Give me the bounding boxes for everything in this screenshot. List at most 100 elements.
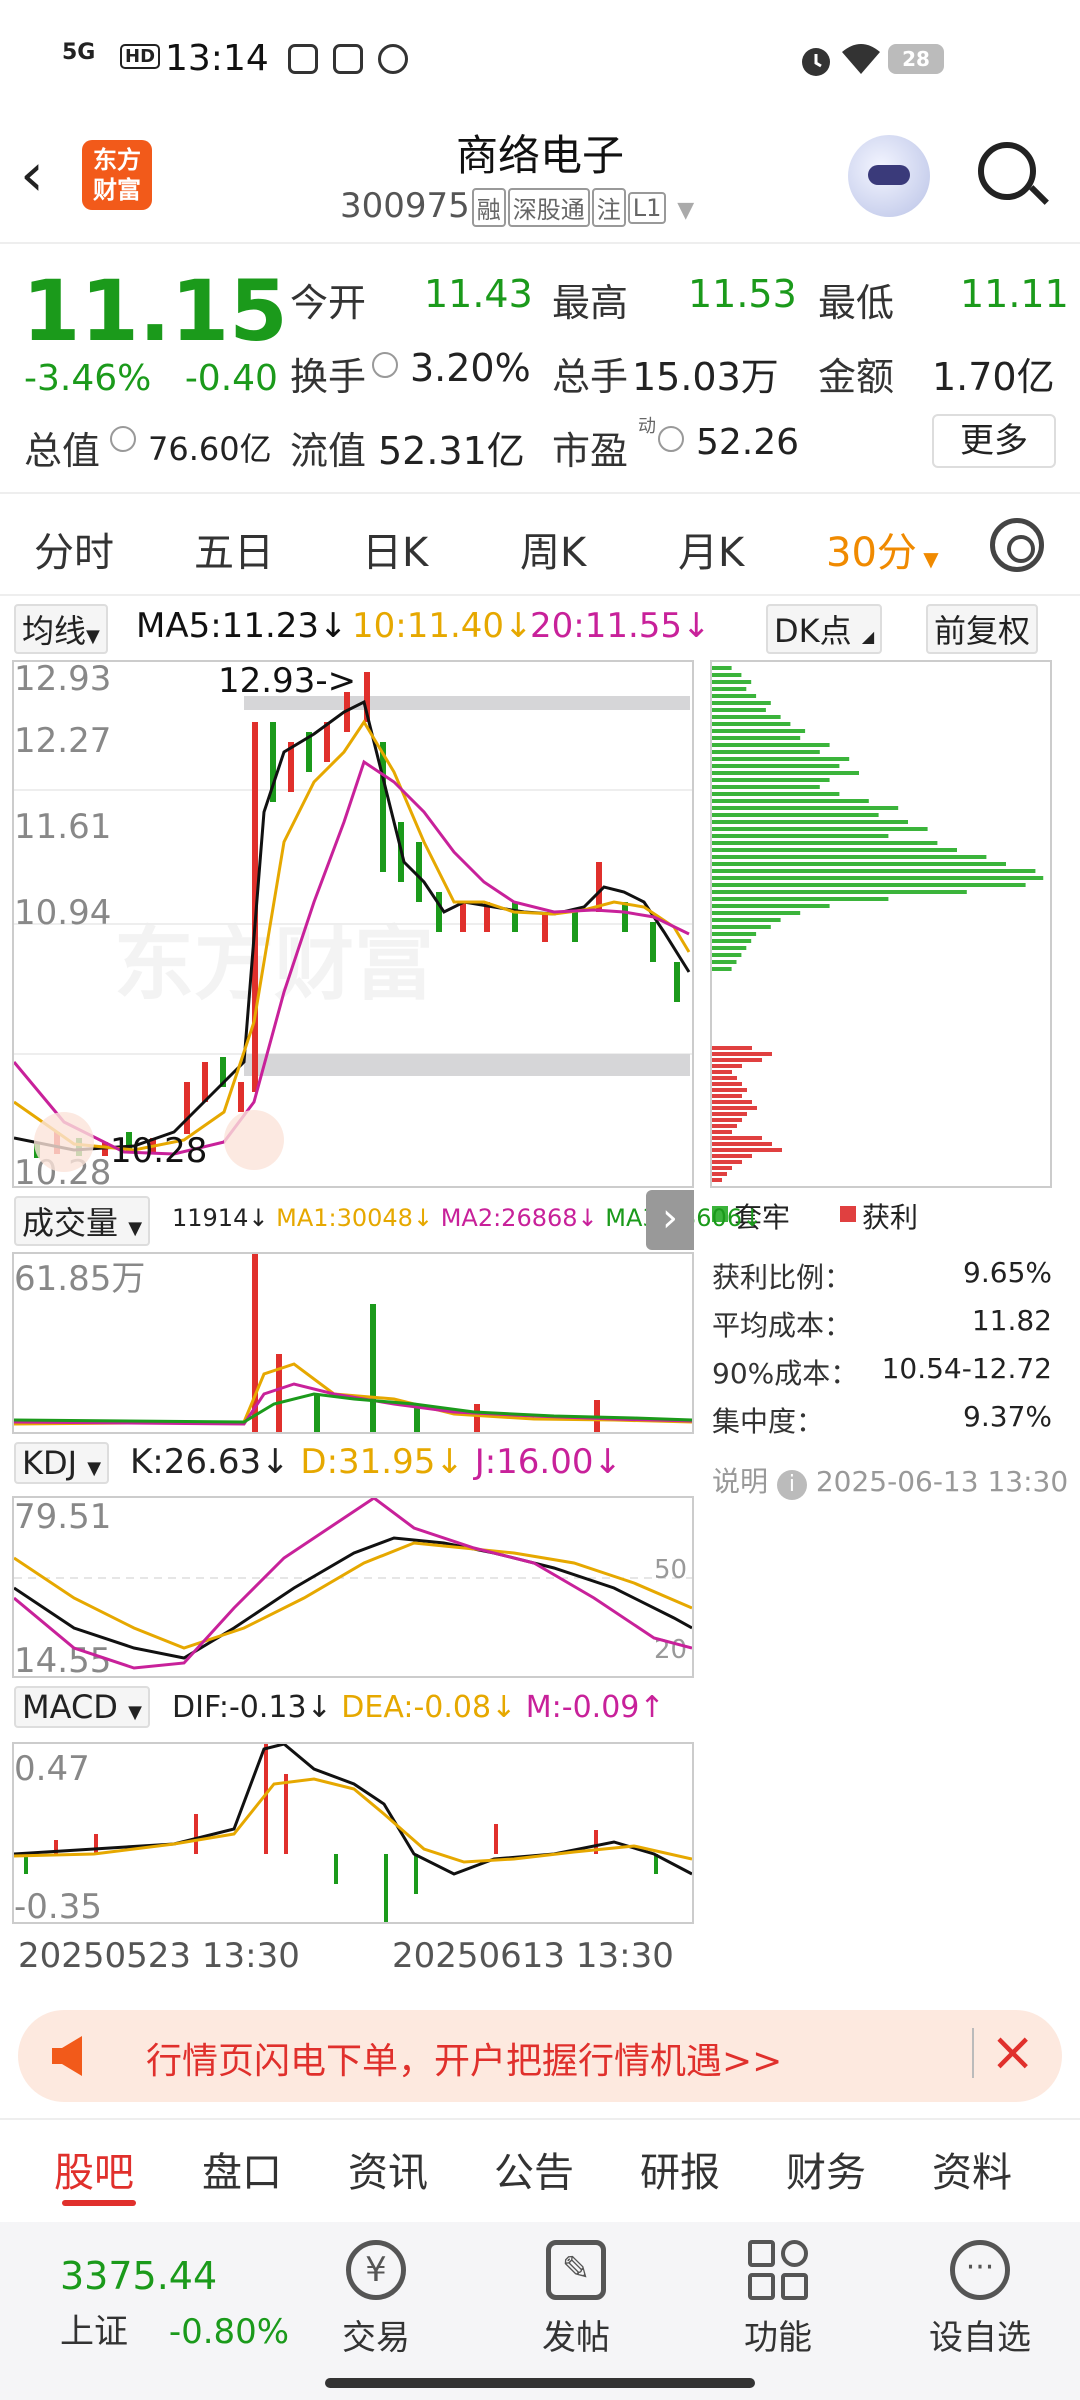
chip-distribution-panel[interactable] xyxy=(710,660,1052,1188)
volume-chart: 61.85万 xyxy=(13,1254,693,1432)
kdj-k: K:26.63 xyxy=(130,1442,262,1482)
indicator-selector-volume[interactable]: 成交量 ▼ xyxy=(14,1196,151,1246)
chip-bar-trapped xyxy=(712,673,742,677)
buy-signal-marker[interactable] xyxy=(34,1112,94,1172)
macd-dif: DIF:-0.13 xyxy=(172,1690,307,1725)
nav-functions[interactable]: 功能 xyxy=(708,2240,848,2359)
indicator-selector-kdj[interactable]: KDJ ▼ xyxy=(14,1442,110,1484)
tab-daily-k[interactable]: 日K xyxy=(362,520,428,578)
ma10-text: 10:11.40 xyxy=(352,606,505,646)
kdj-j: J:16.00 xyxy=(474,1442,594,1482)
info-icon[interactable] xyxy=(110,426,136,452)
chip-bar-trapped xyxy=(712,729,806,733)
tab-weekly-k[interactable]: 周K xyxy=(520,520,586,578)
tab-pankou[interactable]: 盘口 xyxy=(202,2140,282,2198)
chip-bar-trapped xyxy=(712,911,801,915)
search-icon[interactable] xyxy=(978,142,1036,200)
chip-bar-trapped xyxy=(712,939,752,943)
mktcap-label: 总值 xyxy=(24,429,101,473)
tab-guba[interactable]: 股吧 xyxy=(54,2140,134,2198)
chip-bar-trapped xyxy=(712,876,1044,880)
stat-value: 9.65% xyxy=(963,1256,1052,1289)
price-tick: 11.61 xyxy=(14,807,111,847)
stat-value: 10.54-12.72 xyxy=(881,1352,1052,1385)
buy-signal-marker[interactable] xyxy=(224,1110,284,1170)
chip-bar-trapped xyxy=(712,743,830,747)
nav-trade[interactable]: ¥ 交易 xyxy=(306,2240,446,2359)
tab-intraday[interactable]: 分时 xyxy=(34,520,114,578)
chip-bar-trapped xyxy=(712,701,771,705)
chip-bar-profit xyxy=(712,1124,737,1128)
tab-announcements[interactable]: 公告 xyxy=(494,2140,574,2198)
chip-bar-profit xyxy=(712,1058,762,1062)
change-row: -3.46% -0.40 xyxy=(24,358,278,399)
macd-hist-bar xyxy=(384,1854,388,1924)
candle xyxy=(512,902,518,932)
settings-gear-icon[interactable] xyxy=(990,518,1044,572)
info-icon[interactable] xyxy=(372,352,398,378)
candle xyxy=(622,902,628,932)
tab-30min[interactable]: 30分 ▼ xyxy=(826,520,939,578)
indicator-selector-macd[interactable]: MACD ▼ xyxy=(14,1686,150,1728)
chip-bar-trapped xyxy=(712,820,908,824)
stat-label: 获利比例： xyxy=(712,1261,853,1294)
chip-bar-profit xyxy=(712,1052,772,1056)
stat-row: 90%成本： 10.54-12.72 xyxy=(712,1352,1052,1400)
chip-bar-profit xyxy=(712,1082,742,1086)
chip-bar-profit xyxy=(712,1064,742,1068)
tab-news[interactable]: 资讯 xyxy=(348,2140,428,2198)
caret-down-icon: ▼ xyxy=(87,1458,102,1479)
chip-bar-profit xyxy=(712,1088,747,1092)
volume-chart-panel[interactable]: 61.85万 xyxy=(12,1252,694,1434)
macd-axis-bottom: -0.35 xyxy=(14,1887,102,1922)
chip-bar-profit xyxy=(712,1148,782,1152)
macd-hist-bar xyxy=(334,1854,338,1884)
close-icon[interactable]: × xyxy=(990,2020,1035,2083)
chip-bar-trapped xyxy=(712,855,987,859)
candle xyxy=(572,912,578,942)
info-icon[interactable] xyxy=(658,426,684,452)
tag-margin: 融 xyxy=(471,188,506,227)
chip-bar-trapped xyxy=(712,736,801,740)
ma5-text: MA5:11.23 xyxy=(136,606,320,646)
kline-chart-panel[interactable]: 东方财富 12.93 12.27 11.61 10.94 12.93-> 10.… xyxy=(12,659,694,1193)
edit-icon: ✎ xyxy=(546,2240,606,2300)
stock-code-row[interactable]: 300975 融深股通注 L1 ▼ xyxy=(340,186,694,227)
dk-point-button[interactable]: DK点 ◢ xyxy=(766,604,883,654)
adjust-price-button[interactable]: 前复权 xyxy=(926,604,1039,654)
promo-banner[interactable]: 行情页闪电下单，开户把握行情机遇>> × xyxy=(18,2010,1062,2102)
tab-five-day[interactable]: 五日 xyxy=(194,520,274,578)
tab-finance[interactable]: 财务 xyxy=(786,2140,866,2198)
high-value: 11.53 xyxy=(688,272,797,316)
nav-post[interactable]: ✎ 发帖 xyxy=(506,2240,646,2359)
chip-note[interactable]: 说明 i 2025-06-13 13:30 xyxy=(712,1460,1068,1500)
index-ticker[interactable]: 3375.44 上证 -0.80% xyxy=(60,2254,289,2353)
macd-chart-panel[interactable]: 0.47 -0.35 xyxy=(12,1742,694,1927)
chip-bar-trapped xyxy=(712,827,928,831)
chip-bar-trapped xyxy=(712,666,732,670)
candles xyxy=(34,672,680,1158)
ma10-value: 10:11.40↓ xyxy=(352,606,533,646)
tab-monthly-k[interactable]: 月K xyxy=(678,520,744,578)
tab-research[interactable]: 研报 xyxy=(640,2140,720,2198)
kdj-chart-panel[interactable]: 79.51 14.55 50 20 xyxy=(12,1496,694,1681)
tab-profile[interactable]: 资料 xyxy=(932,2140,1012,2198)
more-button[interactable]: 更多 xyxy=(932,414,1056,468)
nav-label: 设自选 xyxy=(929,2318,1031,2358)
assistant-robot-icon[interactable] xyxy=(848,135,930,217)
candle xyxy=(238,1082,244,1112)
home-indicator[interactable] xyxy=(325,2378,755,2388)
expand-panel-button[interactable]: › xyxy=(646,1190,694,1250)
chip-bar-trapped xyxy=(712,694,757,698)
low-marker: 10.28 xyxy=(110,1131,207,1171)
price-tick: 10.94 xyxy=(14,893,111,933)
index-change: -0.80% xyxy=(168,2312,290,2352)
nav-add-watchlist[interactable]: ··· 设自选 xyxy=(910,2240,1050,2359)
more-dots-icon: ··· xyxy=(950,2240,1010,2300)
tag-connect: 深股通 xyxy=(507,188,590,227)
indicator-selector-ma[interactable]: 均线▼ xyxy=(14,604,108,654)
caret-down-icon: ▼ xyxy=(677,198,695,223)
kdj-selector-label: KDJ xyxy=(22,1444,78,1482)
chip-bar-trapped xyxy=(712,799,869,803)
yuan-exchange-icon: ¥ xyxy=(346,2240,406,2300)
